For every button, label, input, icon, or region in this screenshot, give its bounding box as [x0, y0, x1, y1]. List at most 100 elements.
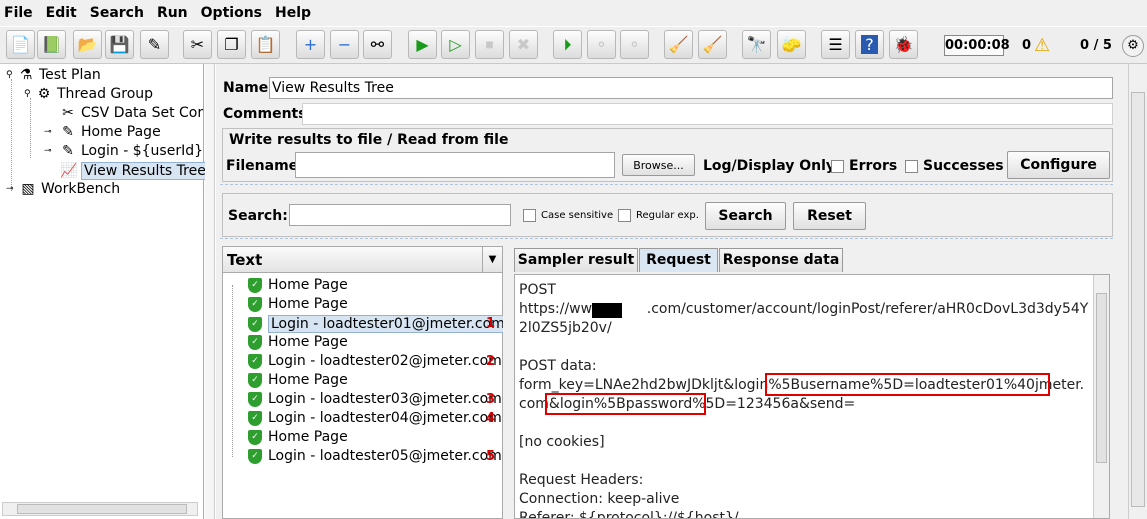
- save-icon: 💾: [109, 35, 130, 54]
- tree-item-csv-data-set[interactable]: ✂ CSV Data Set Cor: [60, 105, 203, 121]
- result-annotation: 1: [486, 316, 496, 331]
- search-button[interactable]: Search: [705, 202, 786, 230]
- save-button[interactable]: 💾: [105, 30, 134, 59]
- tree-item-workbench[interactable]: ⊸ ▧ WorkBench: [6, 181, 120, 197]
- reset-search-button[interactable]: 🧽: [777, 30, 806, 59]
- remote-stop-button[interactable]: ⚬: [587, 30, 616, 59]
- shutdown-button[interactable]: ✖: [509, 30, 538, 59]
- result-item[interactable]: ✓ Home Page: [248, 277, 348, 293]
- menu-edit[interactable]: Edit: [46, 5, 77, 21]
- redacted-domain: [592, 303, 622, 318]
- search-button[interactable]: 🔭: [742, 30, 771, 59]
- search-input[interactable]: [289, 204, 511, 226]
- new-button[interactable]: 📄: [6, 30, 35, 59]
- paste-icon: 📋: [255, 35, 276, 54]
- chevron-down-icon[interactable]: ▼: [482, 247, 502, 273]
- function-helper-button[interactable]: ☰: [821, 30, 850, 59]
- open-button[interactable]: 📂: [73, 30, 102, 59]
- paste-button[interactable]: 📋: [251, 30, 280, 59]
- errors-checkbox[interactable]: Errors: [831, 158, 897, 174]
- success-shield-icon: ✓: [248, 334, 262, 350]
- result-item[interactable]: ✓ Login - loadtester05@jmeter.com: [248, 448, 502, 464]
- error-count: 0: [1022, 38, 1032, 53]
- remote-start-button[interactable]: ⏵: [553, 30, 582, 59]
- search-divider[interactable]: [220, 238, 1113, 243]
- tree-item-login[interactable]: ⊸ ✎ Login - ${userId}: [44, 143, 203, 159]
- tree-item-view-results-tree[interactable]: 📈 View Results Tree: [60, 162, 209, 180]
- tree-horizontal-scrollbar[interactable]: [2, 502, 198, 516]
- result-item[interactable]: ✓ Login - loadtester03@jmeter.com: [248, 391, 502, 407]
- username-highlight: [765, 373, 1050, 396]
- reset-button[interactable]: Reset: [793, 202, 866, 230]
- success-shield-icon: ✓: [248, 296, 262, 312]
- menu-run[interactable]: Run: [157, 5, 188, 21]
- results-splitter[interactable]: [503, 246, 512, 519]
- expand-button[interactable]: +: [296, 30, 325, 59]
- configure-button[interactable]: Configure: [1007, 151, 1110, 179]
- result-item[interactable]: ✓ Login - loadtester01@jmeter.com: [248, 315, 508, 333]
- menu-file[interactable]: File: [4, 5, 33, 21]
- panel-divider[interactable]: [220, 184, 1113, 189]
- tree-item-home-page[interactable]: ⊸ ✎ Home Page: [44, 124, 161, 140]
- main-vertical-scrollbar[interactable]: [1128, 64, 1147, 519]
- copy-button[interactable]: ❐: [217, 30, 246, 59]
- collapse-button[interactable]: −: [330, 30, 359, 59]
- filename-field[interactable]: [295, 152, 615, 178]
- tab-sampler-result[interactable]: Sampler result: [514, 248, 638, 272]
- request-pane: POST https://www. .com/customer/account/…: [514, 274, 1110, 519]
- menu-search[interactable]: Search: [90, 5, 144, 21]
- browse-button[interactable]: Browse...: [622, 154, 695, 176]
- logger-button[interactable]: 🐞: [889, 30, 918, 59]
- result-item[interactable]: ✓ Home Page: [248, 334, 348, 350]
- workbench-icon: ▧: [21, 181, 35, 197]
- result-item[interactable]: ✓ Home Page: [248, 429, 348, 445]
- result-item[interactable]: ✓ Login - loadtester02@jmeter.com: [248, 353, 502, 369]
- clear-icon: 🧹: [668, 35, 689, 54]
- clear-all-button[interactable]: 🧹: [698, 30, 727, 59]
- csv-data-set-icon: ✂: [62, 105, 74, 121]
- menu-help[interactable]: Help: [275, 5, 311, 21]
- write-results-title: Write results to file / Read from file: [229, 132, 509, 148]
- remote-stop-icon: ⚬: [594, 35, 609, 54]
- renderer-select[interactable]: Text ▼: [223, 247, 502, 273]
- successes-checkbox[interactable]: Successes: [905, 158, 1004, 174]
- tree-item-test-plan[interactable]: ⚲ ⚗ Test Plan: [6, 67, 101, 83]
- toolbar: 00:00:08 0 ⚠ 0 / 5 ⚙ 📄 📗 📂 💾 ✎ ✂ ❐ 📋 + − ⚯ ▶ ▷ ⏹ ✖ ⏵ ⚬ ⚬ 🧹…: [0, 27, 1147, 64]
- menu-bar: File Edit Search Run Options Help: [0, 0, 1147, 26]
- toggle-button[interactable]: ⚯: [363, 30, 392, 59]
- result-label: Login - loadtester04@jmeter.com: [268, 410, 502, 426]
- remote-status-icon[interactable]: ⚙: [1122, 35, 1144, 57]
- stop-button[interactable]: ⏹: [475, 30, 504, 59]
- cut-button[interactable]: ✂: [183, 30, 212, 59]
- start-icon: ▶: [416, 35, 429, 54]
- remote-shutdown-icon: ⚬: [627, 35, 642, 54]
- active-threads: 0 / 5: [1080, 38, 1112, 53]
- request-scrollbar[interactable]: [1093, 275, 1109, 518]
- start-button[interactable]: ▶: [408, 30, 437, 59]
- regular-exp-checkbox[interactable]: Regular exp.: [618, 209, 699, 222]
- help-button[interactable]: ?: [855, 30, 884, 59]
- result-item[interactable]: ✓ Home Page: [248, 296, 348, 312]
- tab-response-data[interactable]: Response data: [719, 248, 843, 272]
- errors-label: Errors: [849, 158, 898, 174]
- result-label: Home Page: [268, 277, 348, 293]
- tree-item-thread-group[interactable]: ⚲ ⚙ Thread Group: [24, 86, 153, 102]
- http-sampler-icon: ✎: [62, 143, 74, 159]
- tab-request[interactable]: Request: [639, 248, 718, 272]
- success-shield-icon: ✓: [248, 277, 262, 293]
- menu-options[interactable]: Options: [201, 5, 262, 21]
- result-item[interactable]: ✓ Login - loadtester04@jmeter.com: [248, 410, 502, 426]
- cut-icon: ✂: [190, 35, 205, 54]
- templates-button[interactable]: 📗: [37, 30, 66, 59]
- clear-button[interactable]: 🧹: [664, 30, 693, 59]
- comments-label: Comments:: [223, 106, 313, 122]
- name-field[interactable]: View Results Tree: [269, 77, 1113, 99]
- main-splitter[interactable]: [205, 64, 215, 519]
- save-as-button[interactable]: ✎: [140, 30, 169, 59]
- case-sensitive-checkbox[interactable]: Case sensitive: [523, 209, 613, 222]
- start-no-pauses-button[interactable]: ▷: [441, 30, 470, 59]
- comments-field[interactable]: [302, 103, 1113, 125]
- result-item[interactable]: ✓ Home Page: [248, 372, 348, 388]
- test-plan-icon: ⚗: [19, 67, 33, 83]
- remote-shutdown-button[interactable]: ⚬: [620, 30, 649, 59]
